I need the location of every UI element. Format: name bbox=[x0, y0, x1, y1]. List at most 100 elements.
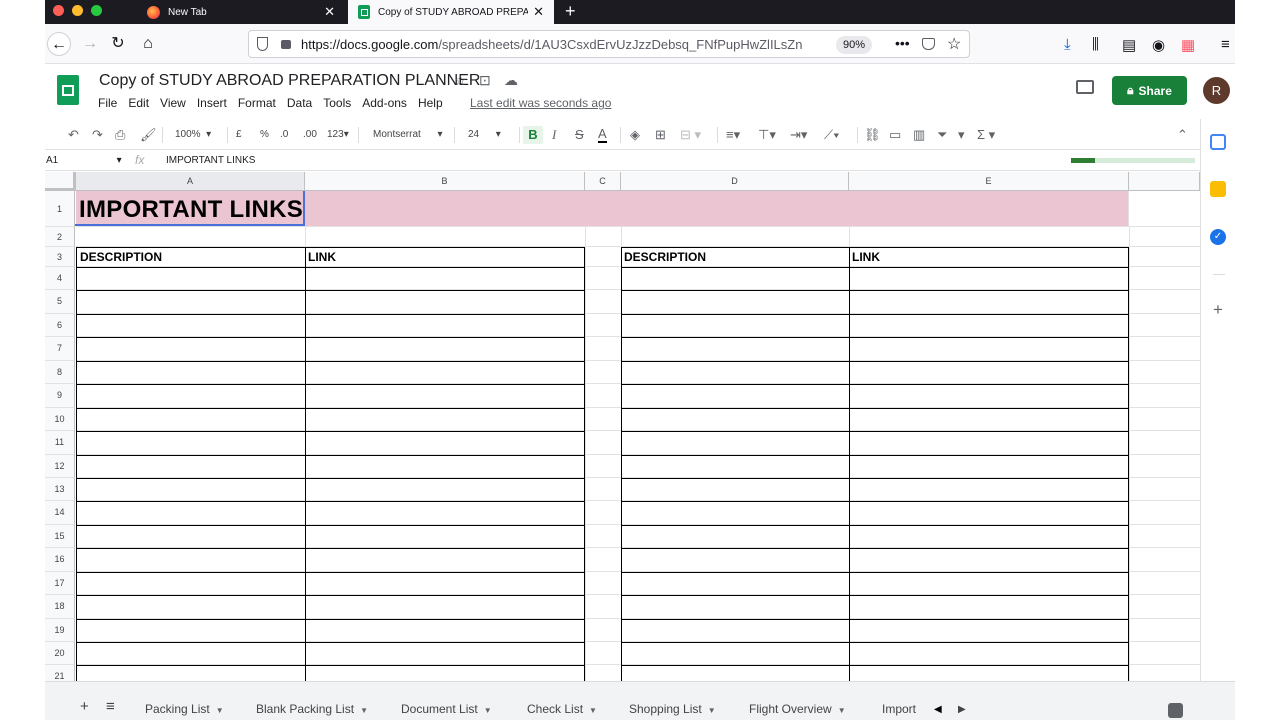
browser-tab-new-tab[interactable]: New Tab ✕ bbox=[137, 0, 345, 24]
left-table-description-cell[interactable] bbox=[77, 291, 305, 313]
row-header-9[interactable]: 9 bbox=[45, 384, 75, 408]
home-icon[interactable]: ⌂ bbox=[136, 32, 160, 56]
tracking-shield-icon[interactable] bbox=[257, 37, 268, 51]
right-table-link-cell[interactable] bbox=[850, 549, 1128, 571]
left-table-description-cell[interactable] bbox=[77, 362, 305, 384]
left-table-link-cell[interactable] bbox=[306, 502, 584, 524]
comment-history-icon[interactable] bbox=[1076, 80, 1094, 94]
browser-tab-sheet[interactable]: Copy of STUDY ABROAD PREPA ✕ bbox=[348, 0, 554, 24]
right-table-description-cell[interactable] bbox=[622, 643, 849, 665]
left-table-link-cell[interactable] bbox=[306, 409, 584, 431]
left-table-description-cell[interactable] bbox=[77, 338, 305, 360]
menu-help[interactable]: Help bbox=[418, 96, 443, 110]
sheet-tab-document-list[interactable]: Document List ▼ bbox=[401, 702, 492, 716]
select-all-corner[interactable] bbox=[45, 172, 76, 191]
right-table-link-cell[interactable] bbox=[850, 526, 1128, 548]
explore-icon[interactable] bbox=[1168, 703, 1183, 718]
left-link-header[interactable]: LINK bbox=[308, 250, 336, 264]
italic-button[interactable]: I bbox=[552, 126, 556, 144]
left-description-header[interactable]: DESCRIPTION bbox=[80, 250, 162, 264]
left-table-link-cell[interactable] bbox=[306, 666, 584, 681]
scroll-tabs-left-icon[interactable]: ◀ bbox=[934, 704, 942, 715]
right-table-description-cell[interactable] bbox=[622, 338, 849, 360]
name-box[interactable]: A1 ▾ bbox=[46, 155, 122, 166]
hamburger-menu-icon[interactable]: ≡ bbox=[1221, 36, 1230, 53]
filter-icon[interactable]: ⏷ bbox=[937, 126, 947, 144]
left-table-description-cell[interactable] bbox=[77, 549, 305, 571]
right-link-header[interactable]: LINK bbox=[852, 250, 880, 264]
close-tab-icon[interactable]: ✕ bbox=[324, 4, 335, 20]
menu-insert[interactable]: Insert bbox=[197, 96, 227, 110]
row-header-16[interactable]: 16 bbox=[45, 548, 75, 572]
increase-decimal-button[interactable]: .00 bbox=[303, 126, 317, 144]
sheet-tab-packing-list[interactable]: Packing List ▼ bbox=[145, 702, 224, 716]
left-table-description-cell[interactable] bbox=[77, 268, 305, 290]
right-table-description-cell[interactable] bbox=[622, 268, 849, 290]
fill-color-icon[interactable]: ◈ bbox=[630, 126, 640, 144]
right-table-link-cell[interactable] bbox=[850, 456, 1128, 478]
zoom-badge[interactable]: 90% bbox=[836, 36, 873, 54]
left-table-link-cell[interactable] bbox=[306, 315, 584, 337]
row-header-2[interactable]: 2 bbox=[45, 227, 75, 247]
left-table-link-cell[interactable] bbox=[306, 268, 584, 290]
forward-icon[interactable]: → bbox=[78, 32, 102, 56]
left-table-description-cell[interactable] bbox=[77, 432, 305, 454]
right-table-description-cell[interactable] bbox=[622, 526, 849, 548]
right-table-link-cell[interactable] bbox=[850, 479, 1128, 501]
right-table-description-cell[interactable] bbox=[622, 385, 849, 407]
left-table-description-cell[interactable] bbox=[77, 620, 305, 642]
row-header-1[interactable]: 1 bbox=[45, 191, 75, 227]
right-table-description-cell[interactable] bbox=[622, 502, 849, 524]
formula-input[interactable]: IMPORTANT LINKS bbox=[166, 155, 255, 166]
collapse-toolbar-icon[interactable]: ⌃ bbox=[1177, 126, 1188, 144]
page-actions-icon[interactable]: ••• bbox=[895, 35, 910, 51]
left-table-link-cell[interactable] bbox=[306, 643, 584, 665]
row-header-21[interactable]: 21 bbox=[45, 665, 75, 681]
right-table-description-cell[interactable] bbox=[622, 432, 849, 454]
row-header-6[interactable]: 6 bbox=[45, 313, 75, 338]
url-bar[interactable]: https://docs.google.com/spreadsheets/d/1… bbox=[248, 30, 970, 58]
right-description-header[interactable]: DESCRIPTION bbox=[624, 250, 706, 264]
redo-icon[interactable]: ↷ bbox=[92, 126, 103, 144]
print-icon[interactable]: ⎙ bbox=[115, 126, 125, 144]
lock-icon[interactable] bbox=[281, 40, 291, 49]
menu-file[interactable]: File bbox=[98, 96, 117, 110]
format-percent-button[interactable]: % bbox=[260, 126, 269, 144]
row-header-10[interactable]: 10 bbox=[45, 407, 75, 432]
back-icon[interactable]: ← bbox=[47, 32, 71, 56]
left-table-description-cell[interactable] bbox=[77, 409, 305, 431]
left-table-link-cell[interactable] bbox=[306, 479, 584, 501]
row-header-15[interactable]: 15 bbox=[45, 524, 75, 549]
row-header-8[interactable]: 8 bbox=[45, 360, 75, 385]
row-header-13[interactable]: 13 bbox=[45, 477, 75, 502]
menu-view[interactable]: View bbox=[160, 96, 186, 110]
zoom-window-dot[interactable] bbox=[91, 5, 102, 16]
right-table-link-cell[interactable] bbox=[850, 338, 1128, 360]
row-header-18[interactable]: 18 bbox=[45, 595, 75, 619]
right-table-description-cell[interactable] bbox=[622, 456, 849, 478]
left-table-link-cell[interactable] bbox=[306, 456, 584, 478]
scroll-tabs-right-icon[interactable]: ▶ bbox=[958, 704, 966, 715]
right-table-description-cell[interactable] bbox=[622, 315, 849, 337]
row-header-7[interactable]: 7 bbox=[45, 337, 75, 361]
add-sheet-button[interactable]: + bbox=[80, 698, 89, 715]
left-table-link-cell[interactable] bbox=[306, 432, 584, 454]
keep-icon[interactable] bbox=[1210, 181, 1226, 197]
avatar[interactable]: R bbox=[1203, 77, 1230, 104]
borders-icon[interactable]: ⊞ bbox=[655, 126, 666, 144]
right-table-link-cell[interactable] bbox=[850, 620, 1128, 642]
left-table-description-cell[interactable] bbox=[77, 456, 305, 478]
move-folder-icon[interactable]: ⊡ bbox=[479, 72, 491, 89]
sheet-tab-flight-overview[interactable]: Flight Overview ▼ bbox=[749, 702, 846, 716]
right-table-description-cell[interactable] bbox=[622, 291, 849, 313]
menu-add-ons[interactable]: Add-ons bbox=[362, 96, 407, 110]
left-table-description-cell[interactable] bbox=[77, 502, 305, 524]
column-header-e[interactable]: E bbox=[849, 172, 1129, 191]
right-table-link-cell[interactable] bbox=[850, 409, 1128, 431]
spreadsheet-grid[interactable]: A B C D E IMPORTANT LINKS 1 2 3 4 5 6 7 8 9 10 11 1… bbox=[45, 172, 1200, 681]
undo-icon[interactable]: ↶ bbox=[68, 126, 79, 144]
left-table-description-cell[interactable] bbox=[77, 666, 305, 681]
insert-comment-icon[interactable]: ▭ bbox=[889, 126, 901, 144]
column-header-d[interactable]: D bbox=[621, 172, 849, 191]
all-sheets-icon[interactable]: ≡ bbox=[106, 698, 115, 715]
